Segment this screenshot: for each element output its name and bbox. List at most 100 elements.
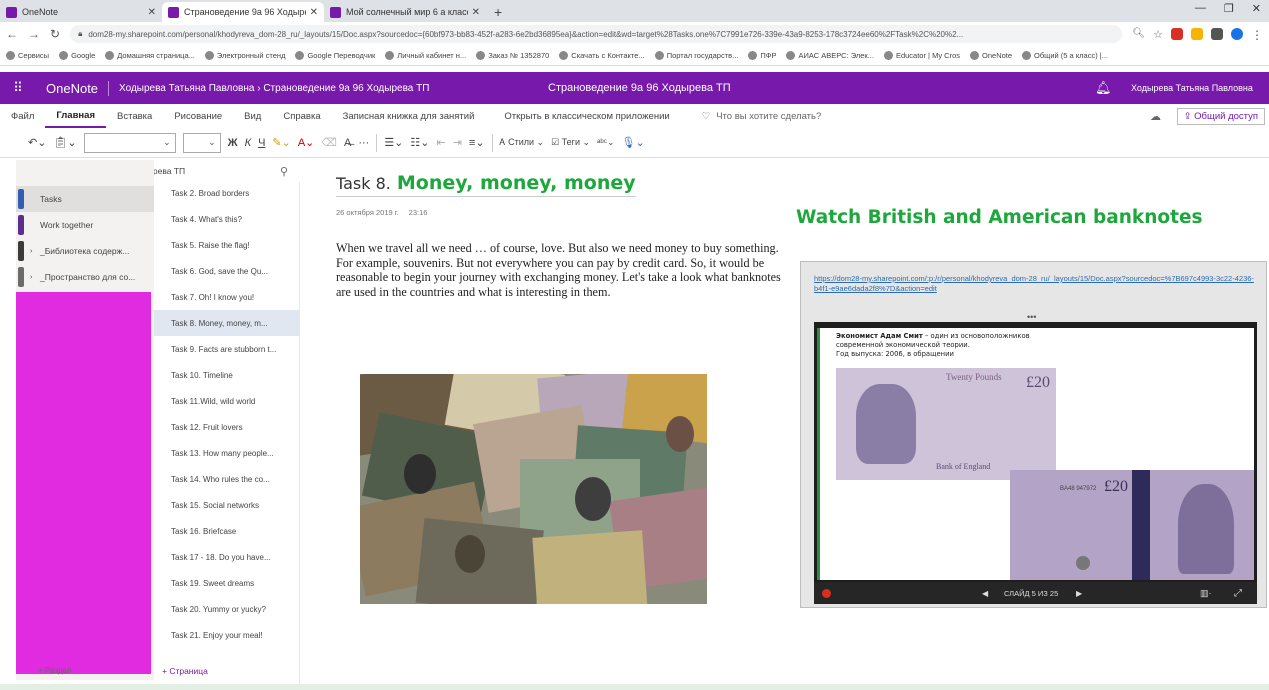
new-tab-button[interactable]: + xyxy=(486,4,510,22)
bookmark-item[interactable]: Google Переводчик xyxy=(295,51,375,60)
tab-file[interactable]: Файл xyxy=(0,104,45,128)
section-work-together[interactable]: Work together xyxy=(16,212,154,238)
bold-button[interactable]: Ж xyxy=(228,137,238,149)
outdent-icon[interactable]: ⇤ xyxy=(436,136,445,149)
browser-tab-onenote[interactable]: OneNote ✕ xyxy=(0,2,162,22)
tags-button[interactable]: ☑ Теги ⌄ xyxy=(551,137,590,148)
bookmark-item[interactable]: Домашняя страница... xyxy=(105,51,195,60)
extensions-puzzle-icon[interactable] xyxy=(1211,28,1223,40)
styles-button[interactable]: Ꭺ Стили ⌄ xyxy=(500,137,545,148)
page-item[interactable]: Task 4. What's this? xyxy=(154,206,300,232)
search-icon[interactable]: ⚲ xyxy=(280,165,300,178)
page-item[interactable]: Task 14. Who rules the co... xyxy=(154,466,300,492)
page-item[interactable]: Task 10. Timeline xyxy=(154,362,300,388)
page-item[interactable]: Task 21. Enjoy your meal! xyxy=(154,622,300,648)
page-item[interactable]: Task 6. God, save the Qu... xyxy=(154,258,300,284)
browser-tab-third[interactable]: Мой солнечный мир 6 а класс ✕ xyxy=(324,2,486,22)
page-item[interactable]: Task 17 - 18. Do you have... xyxy=(154,544,300,570)
section-group-library[interactable]: › _Библиотека содерж... xyxy=(16,238,154,264)
forward-icon[interactable]: → xyxy=(28,27,40,41)
undo-icon[interactable]: ↶⌄ xyxy=(28,136,46,149)
close-window-icon[interactable]: ✕ xyxy=(1252,2,1261,15)
add-section-button[interactable]: + Раздел xyxy=(38,666,71,675)
reload-icon[interactable]: ↻ xyxy=(50,27,60,41)
spelling-icon[interactable]: ᵃᵇᶜ⌄ xyxy=(597,137,614,148)
tab-home[interactable]: Главная xyxy=(45,104,106,128)
restore-icon[interactable]: ❐ xyxy=(1224,2,1234,15)
embed-more-icon[interactable]: ••• xyxy=(1027,312,1036,322)
menu-icon[interactable]: ⋮ xyxy=(1251,28,1263,42)
section-tasks[interactable]: Tasks xyxy=(16,186,154,212)
bullets-icon[interactable]: ☰⌄ xyxy=(384,136,403,149)
page-item[interactable]: Task 19. Sweet dreams xyxy=(154,570,300,596)
section-group-collaboration[interactable]: › _Пространство для со... xyxy=(16,264,154,290)
star-icon[interactable]: ☆ xyxy=(1153,28,1163,41)
record-icon[interactable] xyxy=(822,588,831,598)
page-item[interactable]: Task 5. Raise the flag! xyxy=(154,232,300,258)
italic-button[interactable]: К xyxy=(245,137,251,149)
bell-icon[interactable]: 🔔︎ xyxy=(1095,80,1112,96)
page-title[interactable]: Task 8. Money, money, money xyxy=(336,172,636,197)
highlight-icon[interactable]: ✎⌄ xyxy=(272,136,290,149)
chevron-right-icon[interactable]: › xyxy=(30,274,32,281)
tab-help[interactable]: Справка xyxy=(272,104,331,128)
bookmark-item[interactable]: Сервисы xyxy=(6,51,49,60)
previous-slide-icon[interactable]: ◀ xyxy=(982,589,988,598)
dictate-icon[interactable]: 🎙︎⌄ xyxy=(622,136,645,149)
close-icon[interactable]: ✕ xyxy=(472,7,480,18)
page-item[interactable]: Task 16. Briefcase xyxy=(154,518,300,544)
bookmark-item[interactable]: Google xyxy=(59,51,95,60)
font-name-select[interactable]: ⌄ xyxy=(83,132,176,153)
underline-button[interactable]: Ч xyxy=(258,137,265,149)
url-field[interactable]: 🔒︎ dom28-my.sharepoint.com/personal/khod… xyxy=(70,25,1123,43)
page-body-text[interactable]: When we travel all we need … of course, … xyxy=(336,241,788,299)
share-button[interactable]: ⇪ Общий доступ xyxy=(1176,108,1265,125)
page-item[interactable]: Task 12. Fruit lovers xyxy=(154,414,300,440)
bookmark-item[interactable]: OneNote xyxy=(970,51,1012,60)
user-name[interactable]: Ходырева Татьяна Павловна xyxy=(1131,83,1253,93)
bookmark-item[interactable]: Заказ № 1352870 xyxy=(476,51,549,60)
tell-me-search[interactable]: ♡ Что вы хотите сделать? xyxy=(691,104,833,128)
page-item[interactable]: Task 20. Yummy or yucky? xyxy=(154,596,300,622)
bookmark-item[interactable]: ПФР xyxy=(748,51,776,60)
bookmark-item[interactable]: АИАС АВЕРС: Элек... xyxy=(786,51,874,60)
close-icon[interactable]: ✕ xyxy=(148,7,156,18)
eraser-icon[interactable]: ⌫ xyxy=(321,136,337,149)
sync-icon[interactable]: ☁ xyxy=(1150,110,1161,123)
extension-red-icon[interactable] xyxy=(1171,28,1183,40)
browser-tab-current[interactable]: Страноведение 9а 96 Ходырева ✕ xyxy=(162,2,324,22)
breadcrumb[interactable]: Ходырева Татьяна Павловна › Страноведени… xyxy=(109,83,429,94)
app-name[interactable]: OneNote xyxy=(36,80,110,96)
page-item[interactable]: Task 9. Facts are stubborn t... xyxy=(154,336,300,362)
more-button[interactable]: ··· xyxy=(358,137,369,149)
indent-icon[interactable]: ⇥ xyxy=(453,136,462,149)
minimize-icon[interactable]: — xyxy=(1195,2,1206,15)
font-size-select[interactable]: ⌄ xyxy=(182,132,221,153)
page-item[interactable]: Task 8. Money, money, m... xyxy=(154,310,300,336)
page-item[interactable]: Task 15. Social networks xyxy=(154,492,300,518)
open-desktop-app[interactable]: Открыть в классическом приложении xyxy=(493,104,680,128)
page-item[interactable]: Task 2. Broad borders xyxy=(154,180,300,206)
fullscreen-icon[interactable]: ⤢ xyxy=(1234,588,1242,599)
close-icon[interactable]: ✕ xyxy=(310,7,318,18)
app-launcher-icon[interactable]: ⠿ xyxy=(0,80,36,96)
numbering-icon[interactable]: ☷⌄ xyxy=(410,136,429,149)
slide-frame[interactable]: Экономист Адам Смит – один из основополо… xyxy=(814,322,1257,604)
page-item[interactable]: Task 13. How many people... xyxy=(154,440,300,466)
tab-draw[interactable]: Рисование xyxy=(163,104,233,128)
profile-avatar[interactable] xyxy=(1231,28,1243,40)
back-icon[interactable]: ← xyxy=(6,27,18,41)
bookmark-item[interactable]: Личный кабинет н... xyxy=(385,51,466,60)
clear-format-icon[interactable]: A̶ xyxy=(344,137,351,149)
tab-insert[interactable]: Вставка xyxy=(106,104,163,128)
bookmark-item[interactable]: Портал государств... xyxy=(654,51,738,60)
next-slide-icon[interactable]: ▶ xyxy=(1076,589,1082,598)
zoom-icon[interactable]: 🔍︎ xyxy=(1132,28,1145,40)
align-icon[interactable]: ≡⌄ xyxy=(469,136,485,149)
chevron-right-icon[interactable]: › xyxy=(30,248,32,255)
font-color-icon[interactable]: A⌄ xyxy=(298,136,315,149)
embedded-presentation[interactable]: https://dom28-my.sharepoint.com/:p:/r/pe… xyxy=(800,261,1267,608)
bookmark-item[interactable]: Educator | My Cros xyxy=(883,51,960,60)
embed-link[interactable]: https://dom28-my.sharepoint.com/:p:/r/pe… xyxy=(814,274,1254,294)
page-item[interactable]: Task 11.Wild, wild world xyxy=(154,388,300,414)
